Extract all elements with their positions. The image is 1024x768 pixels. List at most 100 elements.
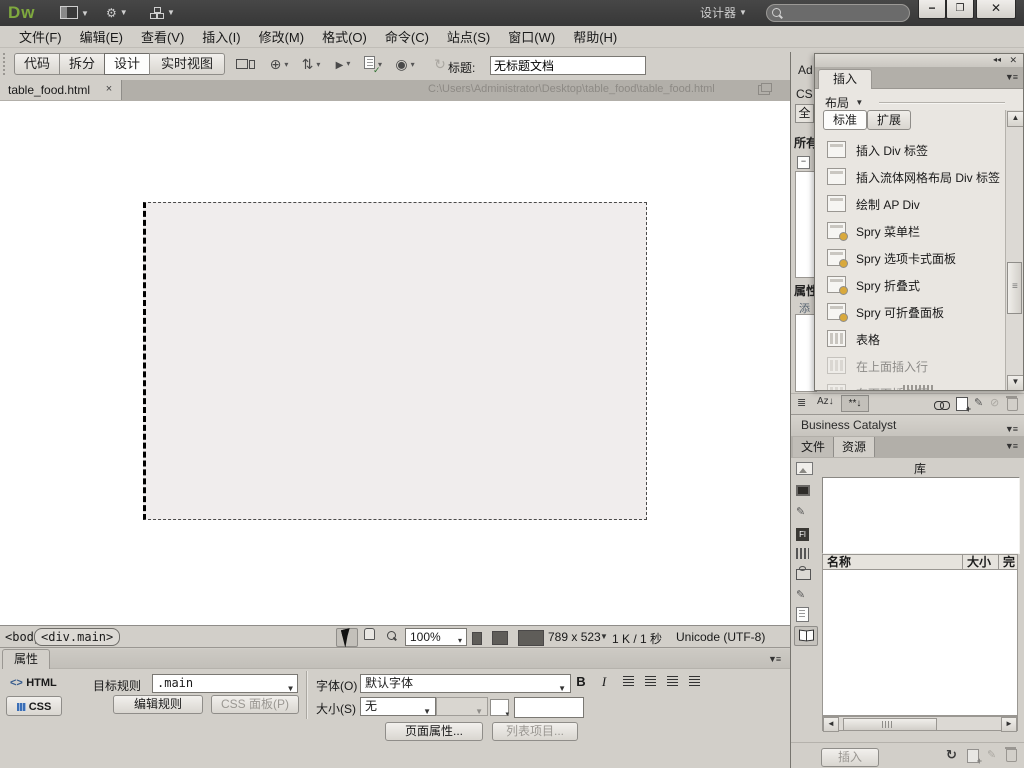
list-view-icon[interactable]: Az↓ bbox=[817, 396, 834, 407]
column-size[interactable]: 大小 bbox=[963, 555, 999, 569]
menu-file[interactable]: 文件(F) bbox=[10, 25, 71, 48]
tablet-size-icon[interactable] bbox=[492, 631, 508, 645]
assets-templates-icon[interactable] bbox=[796, 607, 814, 623]
css-mode-button[interactable]: CSS bbox=[6, 696, 62, 716]
tab-adobe-browserlab[interactable]: Ad bbox=[798, 63, 813, 77]
magnification-select[interactable]: 100% ▾ bbox=[405, 628, 467, 646]
panel-resize-grip[interactable] bbox=[903, 385, 935, 390]
standard-mode-button[interactable]: 标准 bbox=[823, 110, 867, 130]
category-dropdown[interactable]: 布局 ▼ bbox=[825, 94, 863, 111]
css-all-button[interactable]: 全 bbox=[795, 104, 814, 123]
extend-gear-icon[interactable]: ⚙ ▼ bbox=[106, 6, 128, 20]
design-view-button[interactable]: 设计 bbox=[104, 53, 150, 75]
tab-assets[interactable]: 资源 bbox=[834, 437, 875, 457]
minimize-button[interactable]: − bbox=[918, 0, 946, 19]
split-view-button[interactable]: 拆分 bbox=[59, 53, 105, 75]
insert-item-spry-tabbed-panels[interactable]: Spry 选项卡式面板 bbox=[815, 244, 1003, 271]
assets-images-icon[interactable] bbox=[796, 462, 814, 478]
assets-urls-icon[interactable]: ✎ bbox=[796, 505, 814, 521]
toolbar-grip[interactable] bbox=[3, 53, 9, 75]
properties-tab[interactable]: 属性 bbox=[2, 649, 50, 669]
scroll-up-icon[interactable]: ▲ bbox=[1007, 111, 1023, 127]
attach-stylesheet-icon[interactable] bbox=[934, 399, 950, 413]
insert-item-fluid-grid[interactable]: 插入流体网格布局 Div 标签 bbox=[815, 163, 1003, 190]
check-browser-compatibility-icon[interactable]: ✓ ▾ bbox=[361, 55, 385, 75]
assets-library-icon[interactable] bbox=[794, 626, 818, 646]
insert-panel-titlebar[interactable]: ◂◂ ✕ bbox=[815, 54, 1023, 68]
cascade-windows-icon[interactable] bbox=[758, 83, 772, 95]
desktop-size-icon[interactable] bbox=[518, 630, 544, 646]
code-view-button[interactable]: 代码 bbox=[14, 53, 60, 75]
tab-css-styles[interactable]: CS bbox=[796, 87, 813, 101]
multiscreen-preview-icon[interactable]: ▾ bbox=[233, 55, 257, 87]
assets-movies-icon[interactable] bbox=[796, 566, 814, 585]
show-set-properties-icon[interactable]: **↓ bbox=[841, 395, 869, 412]
size-select[interactable]: 无 ▼ bbox=[360, 697, 436, 716]
font-select[interactable]: 默认字体 ▼ bbox=[360, 674, 571, 693]
insert-item-spry-accordion[interactable]: Spry 折叠式 bbox=[815, 271, 1003, 298]
column-full[interactable]: 完 bbox=[999, 555, 1017, 569]
search-input[interactable] bbox=[766, 4, 910, 22]
menu-window[interactable]: 窗口(W) bbox=[499, 25, 564, 48]
html-mode-button[interactable]: <> HTML bbox=[10, 675, 57, 689]
hand-tool-icon[interactable] bbox=[359, 628, 379, 645]
menu-site[interactable]: 站点(S) bbox=[438, 25, 499, 48]
site-icon[interactable]: ▼ bbox=[150, 6, 175, 20]
close-button[interactable]: ✕ bbox=[976, 0, 1016, 19]
scroll-right-icon[interactable]: ► bbox=[1001, 717, 1017, 732]
live-view-button[interactable]: 实时视图 bbox=[149, 53, 225, 75]
refresh-site-list-icon[interactable]: ↻ bbox=[946, 747, 957, 763]
menu-modify[interactable]: 修改(M) bbox=[250, 25, 314, 48]
asset-list[interactable] bbox=[822, 570, 1018, 716]
menu-insert[interactable]: 插入(I) bbox=[193, 25, 249, 48]
edit-rule-button[interactable]: 编辑规则 bbox=[113, 695, 203, 714]
page-properties-button[interactable]: 页面属性... bbox=[385, 722, 483, 741]
insert-tab[interactable]: 插入 bbox=[818, 69, 872, 89]
align-left-icon[interactable] bbox=[620, 674, 636, 690]
assets-colors-icon[interactable] bbox=[796, 485, 814, 501]
edit-rule-icon[interactable]: ✎ bbox=[974, 396, 983, 409]
menu-view[interactable]: 查看(V) bbox=[132, 25, 193, 48]
align-center-icon[interactable] bbox=[642, 674, 658, 690]
window-size-caret-icon[interactable]: ▼ bbox=[600, 632, 608, 641]
category-view-icon[interactable]: ≣ bbox=[797, 396, 806, 409]
div-main-element[interactable] bbox=[143, 202, 647, 520]
menu-format[interactable]: 格式(O) bbox=[313, 25, 376, 48]
scroll-thumb[interactable] bbox=[1007, 262, 1022, 314]
scroll-left-icon[interactable]: ◄ bbox=[823, 717, 839, 732]
align-justify-icon[interactable] bbox=[686, 674, 702, 690]
doc-title-input[interactable] bbox=[490, 56, 646, 75]
insert-item-div-tag[interactable]: 插入 Div 标签 bbox=[815, 136, 1003, 163]
bold-button[interactable]: B bbox=[573, 674, 589, 690]
panel-menu-icon[interactable]: ▼≡ bbox=[768, 654, 781, 664]
target-rule-select[interactable]: .main ▼ bbox=[152, 674, 298, 693]
select-tool-icon[interactable] bbox=[336, 628, 358, 648]
close-panel-icon[interactable]: ✕ bbox=[1009, 55, 1017, 66]
restore-button[interactable]: ❐ bbox=[946, 0, 974, 19]
tag-selector-div-main[interactable]: <div.main> bbox=[34, 628, 121, 646]
design-view-canvas[interactable] bbox=[0, 101, 790, 625]
preview-in-browser-icon[interactable]: ⊕ ▾ bbox=[267, 55, 291, 73]
workspace-layout-icon[interactable]: ▼ bbox=[60, 6, 89, 20]
business-catalyst-panel[interactable]: Business Catalyst ▼≡ bbox=[791, 414, 1024, 438]
scroll-thumb[interactable] bbox=[843, 718, 937, 731]
insert-item-table[interactable]: 表格 bbox=[815, 325, 1003, 352]
tab-files[interactable]: 文件 bbox=[793, 437, 834, 457]
workspace-switcher[interactable]: 设计器 ▼ bbox=[700, 6, 747, 20]
insert-item-spry-menubar[interactable]: Spry 菜单栏 bbox=[815, 217, 1003, 244]
insert-item-draw-ap-div[interactable]: 绘制 AP Div bbox=[815, 190, 1003, 217]
rules-expand-icon[interactable]: − bbox=[797, 156, 810, 169]
asset-list-hscrollbar[interactable]: ◄ ► bbox=[822, 716, 1018, 732]
insert-item-spry-collapsible-panel[interactable]: Spry 可折叠面板 bbox=[815, 298, 1003, 325]
assets-shockwave-icon[interactable] bbox=[796, 548, 814, 564]
align-right-icon[interactable] bbox=[664, 674, 680, 690]
menu-help[interactable]: 帮助(H) bbox=[564, 25, 626, 48]
collapse-to-icons-icon[interactable]: ◂◂ bbox=[993, 55, 1001, 64]
italic-button[interactable]: I bbox=[596, 674, 612, 690]
window-size-value[interactable]: 789 x 523 bbox=[548, 630, 601, 644]
zoom-tool-icon[interactable] bbox=[381, 628, 401, 645]
live-view-options-icon[interactable]: ▶ ▾ bbox=[331, 55, 355, 73]
menu-edit[interactable]: 编辑(E) bbox=[71, 25, 132, 48]
insert-panel-scrollbar[interactable]: ▲ ▼ bbox=[1005, 110, 1023, 390]
expanded-mode-button[interactable]: 扩展 bbox=[867, 110, 911, 130]
